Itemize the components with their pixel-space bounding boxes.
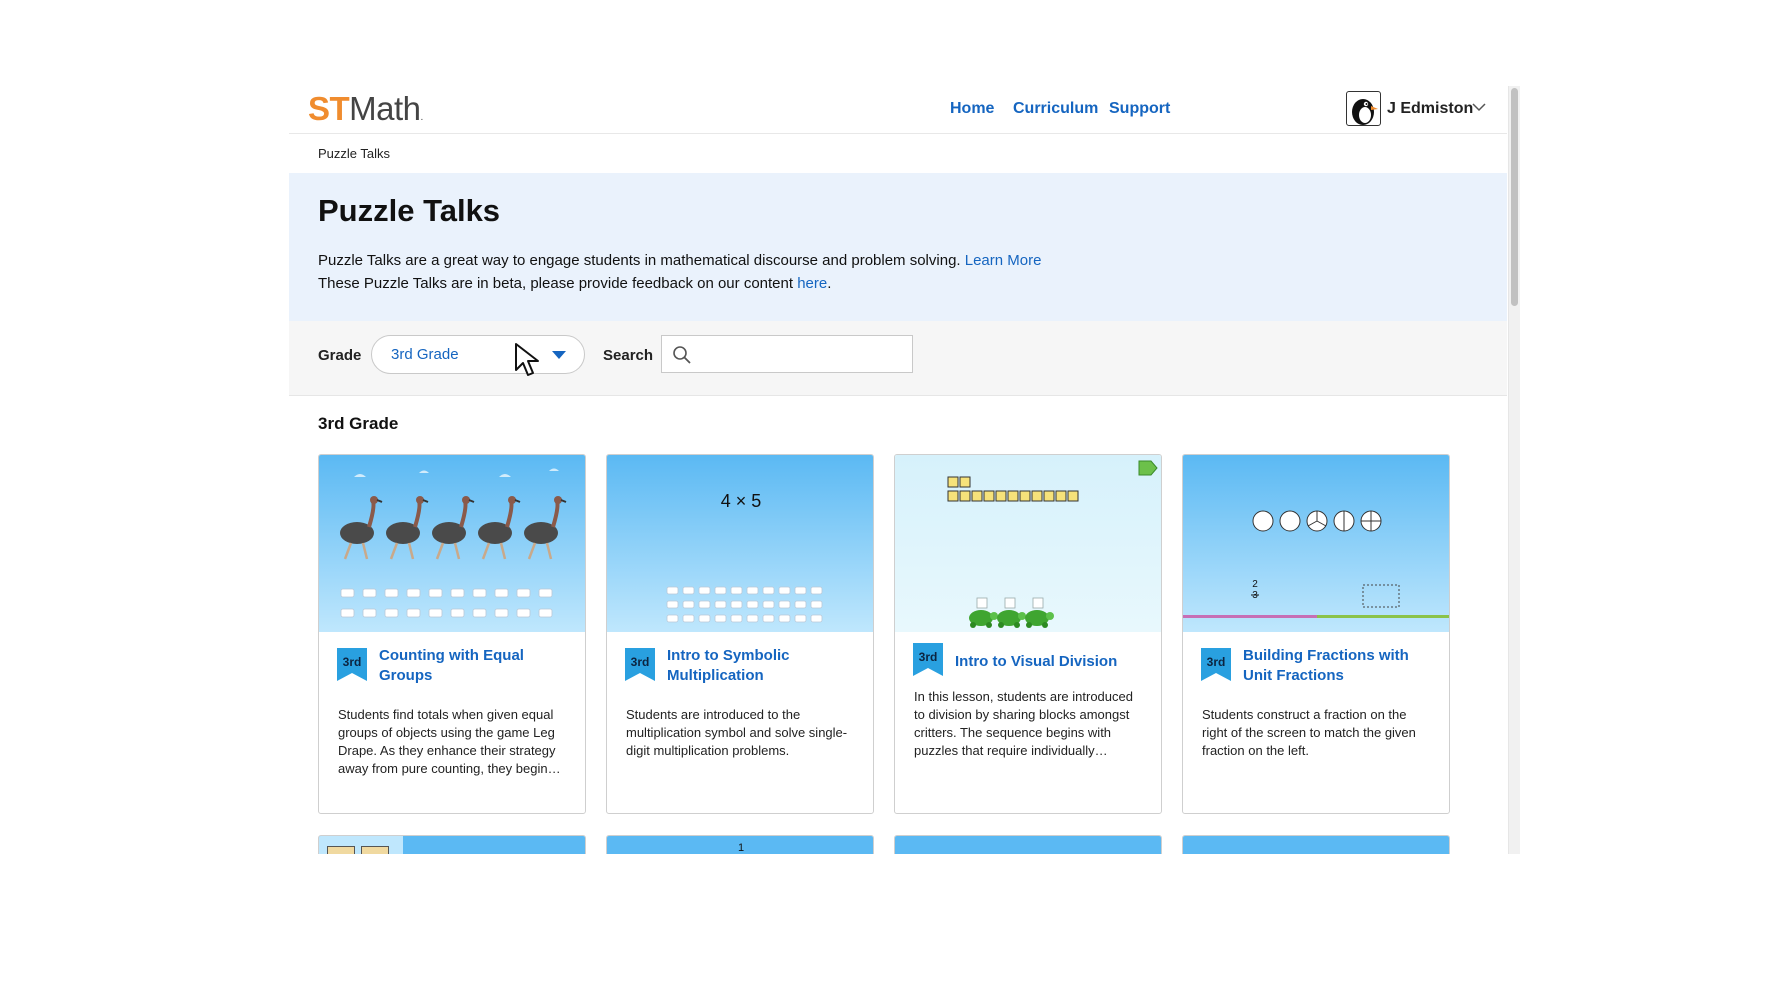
puzzle-card-counting-equal-groups[interactable]: 3rd Counting with Equal Groups Students … [318, 454, 586, 814]
banner-beta-note: These Puzzle Talks are in beta, please p… [318, 275, 832, 292]
puzzle-card-row2-4[interactable] [1182, 835, 1450, 854]
puzzle-card-row2-2[interactable]: 1 [606, 835, 874, 854]
puzzle-card-symbolic-multiplication[interactable]: 4 × 5 3rd Intro to Symbolic Multiplicati… [606, 454, 874, 814]
puzzle-card-row2-1[interactable] [318, 835, 586, 854]
page-title: Puzzle Talks [318, 193, 501, 228]
intro-banner: Puzzle Talks Puzzle Talks are a great wa… [289, 173, 1507, 321]
card-title[interactable]: Intro to Visual Division [955, 652, 1150, 672]
grade-badge: 3rd [337, 648, 367, 681]
top-header: STMath. Home Curriculum Support J Edmist… [289, 86, 1507, 134]
nav-support-link[interactable]: Support [1109, 100, 1170, 118]
learn-more-link[interactable]: Learn More [965, 252, 1042, 269]
card-description: Students find totals when given equal gr… [338, 707, 561, 776]
search-label: Search [603, 347, 654, 364]
st-math-logo[interactable]: STMath. [308, 90, 423, 128]
card-title[interactable]: Counting with Equal Groups [379, 646, 574, 686]
grade-label: Grade [318, 347, 362, 364]
feedback-here-link[interactable]: here [797, 275, 827, 292]
penguin-avatar-icon[interactable] [1346, 91, 1381, 126]
grade-section-title: 3rd Grade [318, 414, 399, 433]
card-thumbnail-division [895, 455, 1161, 632]
breadcrumb: Puzzle Talks [318, 146, 391, 161]
fraction-two-thirds: 23 [1252, 579, 1258, 601]
caret-down-icon [552, 351, 566, 359]
banner-description: Puzzle Talks are a great way to engage s… [318, 252, 1042, 269]
card-thumbnail [895, 836, 1161, 854]
card-thumbnail [1183, 836, 1449, 854]
card-title[interactable]: Building Fractions with Unit Fractions [1243, 646, 1438, 686]
card-thumbnail-ostriches [319, 455, 585, 632]
card-title[interactable]: Intro to Symbolic Multiplication [667, 646, 862, 686]
filter-bar: Grade 3rd Grade Search [289, 321, 1507, 396]
search-icon [673, 346, 691, 364]
grade-select[interactable]: 3rd Grade [371, 335, 585, 374]
puzzle-card-row2-3[interactable] [894, 835, 1162, 854]
scrollbar-thumb[interactable] [1511, 88, 1518, 306]
card-description: Students construct a fraction on the rig… [1202, 707, 1416, 758]
card-thumbnail: 1 [607, 836, 873, 854]
puzzle-card-building-fractions[interactable]: 23 3rd Building Fractions with Unit Frac… [1182, 454, 1450, 814]
nav-home-link[interactable]: Home [950, 100, 994, 118]
grade-badge: 3rd [625, 648, 655, 681]
st-math-app: STMath. Home Curriculum Support J Edmist… [289, 86, 1519, 854]
vertical-scrollbar[interactable] [1508, 86, 1520, 854]
nav-curriculum-link[interactable]: Curriculum [1013, 100, 1098, 118]
search-input[interactable] [700, 342, 909, 368]
card-description: In this lesson, students are introduced … [914, 689, 1133, 758]
chevron-down-icon[interactable] [1471, 100, 1487, 112]
card-description: Students are introduced to the multiplic… [626, 707, 848, 758]
grade-badge: 3rd [913, 643, 943, 676]
card-thumbnail [319, 836, 585, 854]
mouse-pointer-icon [515, 343, 539, 376]
grade-badge: 3rd [1201, 648, 1231, 681]
grade-select-value: 3rd Grade [391, 346, 459, 363]
search-box[interactable] [661, 335, 913, 373]
card-thumbnail-fractions: 23 [1183, 455, 1449, 632]
puzzle-card-visual-division[interactable]: 3rd Intro to Visual Division In this les… [894, 454, 1162, 814]
thumb-equation: 4 × 5 [720, 491, 762, 511]
card-thumbnail-multiplication: 4 × 5 [607, 455, 873, 632]
user-name[interactable]: J Edmiston [1387, 100, 1473, 118]
